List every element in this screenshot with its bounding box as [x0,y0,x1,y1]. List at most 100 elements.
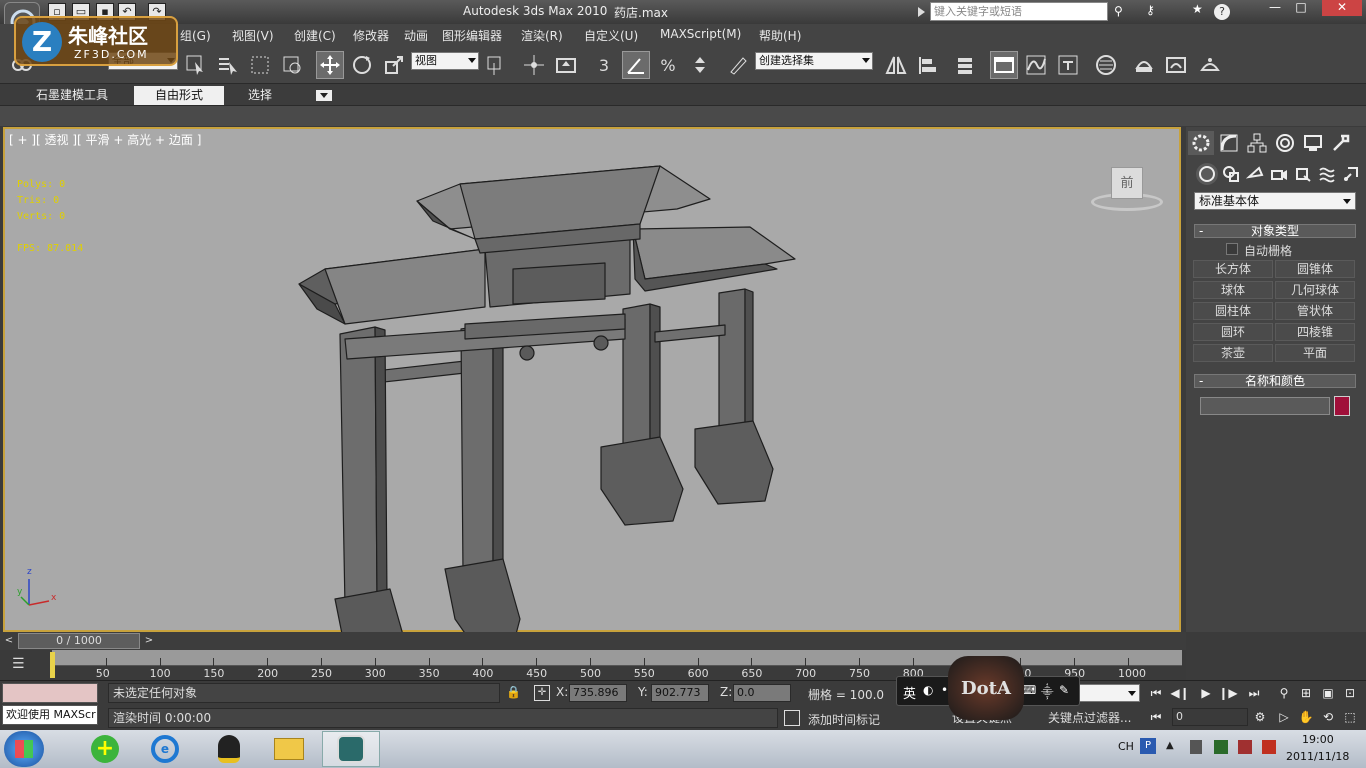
select-move-icon[interactable] [316,51,344,79]
teapot-button[interactable]: 茶壶 [1193,344,1273,362]
add-time-tag[interactable]: 添加时间标记 [808,711,880,728]
tube-button[interactable]: 管状体 [1275,302,1355,320]
menu-view[interactable]: 视图(V) [232,27,274,44]
time-config-icon[interactable]: ⚙ [1250,708,1270,726]
ribbon-options-button[interactable] [316,90,332,101]
zoom-icon[interactable]: ⚲ [1274,684,1294,702]
viewcube[interactable]: 前 [1091,163,1163,213]
lights-icon[interactable] [1244,163,1266,185]
tab-graphite-modeling[interactable]: 石墨建模工具 [14,86,130,105]
play-icon[interactable]: ▶ [1196,684,1216,702]
prev-frame-icon[interactable]: ◀❙ [1170,684,1190,702]
taskbar-explorer-icon[interactable] [260,731,318,767]
search-arrow-icon[interactable] [918,7,925,17]
cameras-icon[interactable] [1268,163,1290,185]
graphite-tools-toggle-icon[interactable] [990,51,1018,79]
zoom-all-icon[interactable]: ⊞ [1296,684,1316,702]
layer-manager-icon[interactable] [952,51,980,79]
ime-punctuation-icon[interactable]: ⸎ [1041,683,1054,700]
star-icon[interactable]: ★ [1192,2,1203,16]
menu-modifiers[interactable]: 修改器 [353,27,389,44]
clock-date[interactable]: 2011/11/18 [1286,750,1349,763]
start-button[interactable] [4,731,44,767]
lock-selection-icon[interactable]: 🔒 [506,685,521,699]
add-time-tag-icon[interactable] [784,710,800,726]
clock-time[interactable]: 19:00 [1302,733,1334,746]
perspective-viewport[interactable]: [ + ][ 透视 ][ 平滑 + 高光 + 边面 ] Polys: 0 Tri… [3,127,1183,634]
modify-tab-icon[interactable] [1216,131,1242,155]
next-frame-icon[interactable]: ❙▶ [1218,684,1238,702]
select-by-name-icon[interactable] [214,51,242,79]
z-coordinate[interactable]: 0.0 [733,684,791,702]
render-setup-icon[interactable] [1130,51,1158,79]
object-name-input[interactable] [1200,397,1330,415]
select-scale-icon[interactable] [380,51,408,79]
tab-freeform[interactable]: 自由形式 [134,86,224,105]
time-slider-thumb[interactable]: 0 / 1000 [18,633,140,649]
render-frame-icon[interactable] [1162,51,1190,79]
plane-button[interactable]: 平面 [1275,344,1355,362]
percent-snap-icon[interactable]: % [654,51,682,79]
time-slider[interactable]: < 0 / 1000 > [0,632,1186,650]
archway-model[interactable] [5,129,1183,634]
sphere-button[interactable]: 球体 [1193,281,1273,299]
menu-maxscript[interactable]: MAXScript(M) [660,27,741,41]
pan-icon[interactable]: ✋ [1296,708,1316,726]
pivot-center-icon[interactable] [482,51,510,79]
cylinder-button[interactable]: 圆柱体 [1193,302,1273,320]
menu-rendering[interactable]: 渲染(R) [521,27,563,44]
pyramid-button[interactable]: 四棱锥 [1275,323,1355,341]
helpers-icon[interactable] [1292,163,1314,185]
menu-animation[interactable]: 动画 [404,27,428,44]
y-coordinate[interactable]: 902.773 [651,684,709,702]
tray-icon-2[interactable] [1214,740,1228,754]
mirror-icon[interactable] [882,51,910,79]
quick-render-icon[interactable] [1196,51,1224,79]
material-editor-icon[interactable] [1092,51,1120,79]
select-rotate-icon[interactable] [348,51,376,79]
shapes-icon[interactable] [1220,163,1242,185]
ime-lang-label[interactable]: 英 [903,683,916,702]
autogrid-checkbox[interactable] [1226,243,1238,255]
align-icon[interactable] [914,51,942,79]
spacewarps-icon[interactable] [1316,163,1338,185]
close-button[interactable]: ✕ [1322,0,1362,16]
maxscript-listener[interactable]: 欢迎使用 MAXScr [2,705,98,725]
key-mode-dropdown[interactable] [1078,684,1140,702]
current-frame-marker[interactable] [50,652,55,678]
ime-moon-icon[interactable]: ◐ [923,683,933,697]
minimize-button[interactable]: — [1262,0,1288,16]
primitive-type-dropdown[interactable]: 标准基本体 [1194,192,1356,210]
display-tab-icon[interactable] [1300,131,1326,155]
menu-customize[interactable]: 自定义(U) [584,27,638,44]
motion-tab-icon[interactable] [1272,131,1298,155]
box-button[interactable]: 长方体 [1193,260,1273,278]
snap-toggle-icon[interactable]: 3 [590,51,618,79]
tray-flag-icon[interactable] [1262,740,1276,754]
schematic-view-icon[interactable] [1054,51,1082,79]
tray-icon-1[interactable] [1190,740,1202,754]
rect-selection-icon[interactable] [246,51,274,79]
orbit-icon[interactable]: ⟲ [1318,708,1338,726]
taskbar-ie-icon[interactable]: e [136,731,194,767]
maxscript-listener-red[interactable] [2,683,98,703]
current-frame-field[interactable]: 0 [1172,708,1248,726]
hierarchy-tab-icon[interactable] [1244,131,1270,155]
cone-button[interactable]: 圆锥体 [1275,260,1355,278]
time-next-button[interactable]: > [142,634,156,648]
goto-start-icon[interactable]: ⏮ [1146,684,1166,702]
ime-settings-icon[interactable]: ✎ [1059,683,1069,697]
zoom-extents-icon[interactable]: ▣ [1318,684,1338,702]
key-icon[interactable]: ⚷ [1146,3,1155,17]
menu-graph-editors[interactable]: 图形编辑器 [442,27,502,44]
transform-mode-icon[interactable]: ✛ [534,685,550,701]
tab-selection[interactable]: 选择 [228,86,292,105]
x-coordinate[interactable]: 735.896 [569,684,627,702]
tray-icon-3[interactable] [1238,740,1252,754]
angle-snap-icon[interactable] [622,51,650,79]
menu-group[interactable]: 组(G) [180,27,211,44]
curve-editor-icon[interactable] [1022,51,1050,79]
taskbar-app-green-plus[interactable]: + [76,731,134,767]
create-tab-icon[interactable] [1188,131,1214,155]
ime-tray-icon[interactable]: P [1140,738,1156,754]
